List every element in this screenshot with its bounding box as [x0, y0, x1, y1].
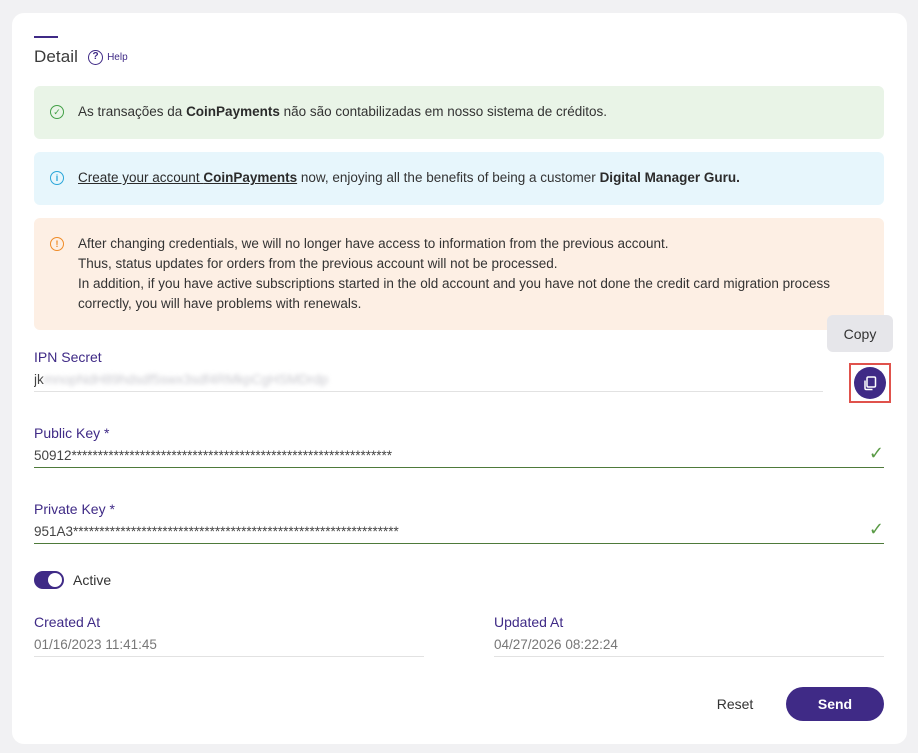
- copy-icon: [864, 375, 877, 390]
- ipn-secret-blurred: mnopNdH89hdsdf5swx3sdf4RMkpCgHSMDrdp: [43, 372, 329, 387]
- ipn-secret-prefix: jk: [34, 372, 44, 387]
- warning-line-1: After changing credentials, we will no l…: [78, 236, 669, 251]
- private-key-underline: [34, 543, 884, 544]
- updated-at-label: Updated At: [494, 614, 564, 630]
- created-at-label: Created At: [34, 614, 101, 630]
- create-account-link-bold[interactable]: CoinPayments: [203, 170, 297, 185]
- created-at-value: 01/16/2023 11:41:45: [34, 637, 157, 652]
- check-icon: ✓: [868, 519, 884, 539]
- created-at-underline: [34, 656, 424, 657]
- check-icon: ✓: [868, 443, 884, 463]
- active-toggle-label: Active: [73, 572, 112, 588]
- public-key-underline: [34, 467, 884, 468]
- info-alert-text: Create your account CoinPayments now, en…: [78, 168, 740, 205]
- public-key-label: Public Key *: [34, 425, 110, 441]
- ipn-secret-label: IPN Secret: [34, 349, 102, 365]
- info-text-bold-end: Digital Manager Guru.: [599, 170, 740, 185]
- toggle-knob: [48, 573, 62, 587]
- copy-button-highlight: [849, 363, 891, 403]
- info-circle-icon: i: [50, 171, 64, 185]
- question-circle-icon[interactable]: ?: [88, 49, 104, 65]
- private-key-field: Private Key * 951A3*********************…: [34, 500, 884, 544]
- private-key-input[interactable]: 951A3***********************************…: [34, 521, 884, 543]
- private-key-label: Private Key *: [34, 501, 115, 517]
- success-alert-text: As transações da CoinPayments não são co…: [78, 102, 607, 139]
- help-link[interactable]: Help: [107, 52, 128, 63]
- create-account-link[interactable]: Create your account CoinPayments: [78, 170, 297, 185]
- warning-line-2: Thus, status updates for orders from the…: [78, 256, 558, 271]
- ipn-secret-field: IPN Secret jkmnopNdH89hdsdf5swx3sdf4RMkp…: [34, 348, 823, 392]
- reset-button[interactable]: Reset: [705, 689, 765, 719]
- copy-tooltip: Copy: [827, 315, 893, 352]
- info-alert: i Create your account CoinPayments now, …: [34, 152, 884, 205]
- ipn-secret-underline: [34, 391, 823, 392]
- warning-alert-text: After changing credentials, we will no l…: [78, 234, 868, 330]
- updated-at-underline: [494, 656, 884, 657]
- updated-at-value: 04/27/2026 08:22:24: [494, 637, 618, 652]
- warning-alert: ! After changing credentials, we will no…: [34, 218, 884, 330]
- success-text-bold: CoinPayments: [186, 104, 280, 119]
- detail-card: Detail ? Help ✓ As transações da CoinPay…: [12, 13, 907, 744]
- copy-button[interactable]: [854, 367, 886, 399]
- check-circle-icon: ✓: [50, 105, 64, 119]
- active-toggle-row: Active: [34, 571, 111, 589]
- info-text-middle: now, enjoying all the benefits of being …: [297, 170, 600, 185]
- success-alert: ✓ As transações da CoinPayments não são …: [34, 86, 884, 139]
- page-title: Detail: [34, 47, 79, 66]
- public-key-field: Public Key * 50912**********************…: [34, 424, 884, 468]
- card-header: Detail ? Help: [34, 46, 128, 68]
- exclamation-circle-icon: !: [50, 237, 64, 251]
- active-toggle[interactable]: [34, 571, 64, 589]
- success-text-after: não são contabilizadas em nosso sistema …: [279, 104, 608, 119]
- public-key-input[interactable]: 50912***********************************…: [34, 445, 884, 467]
- send-button[interactable]: Send: [786, 687, 884, 721]
- created-at-field: Created At 01/16/2023 11:41:45: [34, 613, 424, 657]
- updated-at-field: Updated At 04/27/2026 08:22:24: [494, 613, 884, 657]
- create-account-link-text[interactable]: Create your account: [78, 170, 203, 185]
- title-accent-bar: [34, 36, 58, 38]
- success-text-before: As transações da: [78, 104, 187, 119]
- warning-line-3: In addition, if you have active subscrip…: [78, 276, 830, 311]
- ipn-secret-value[interactable]: jkmnopNdH89hdsdf5swx3sdf4RMkpCgHSMDrdp: [34, 369, 823, 391]
